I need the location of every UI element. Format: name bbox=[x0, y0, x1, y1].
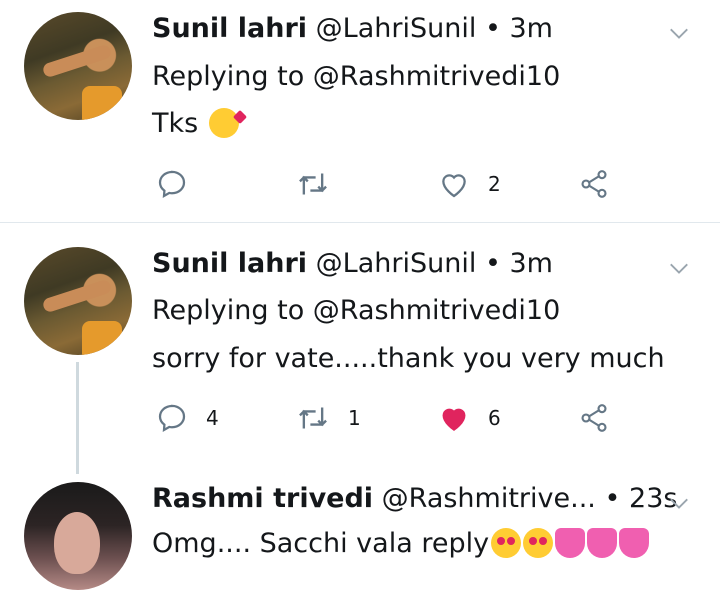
tweet-3[interactable]: Rashmi trivedi @Rashmitrive... • 23s Omg… bbox=[0, 474, 720, 590]
replying-to[interactable]: Replying to @Rashmitrivedi10 bbox=[152, 60, 560, 94]
like-icon bbox=[442, 174, 466, 198]
sparkling-heart-emoji-icon bbox=[555, 528, 586, 558]
tweet-actions: 4 1 6 bbox=[152, 398, 632, 438]
replying-to[interactable]: Replying to @Rashmitrivedi10 bbox=[152, 294, 560, 328]
share-button[interactable] bbox=[578, 398, 610, 438]
kiss-emoji-icon bbox=[208, 108, 239, 138]
reply-count: 4 bbox=[206, 406, 219, 430]
display-name[interactable]: Sunil lahri bbox=[152, 13, 307, 44]
display-name[interactable]: Rashmi trivedi bbox=[152, 483, 373, 514]
thread-connector bbox=[76, 362, 79, 474]
user-handle[interactable]: @LahriSunil bbox=[316, 13, 477, 44]
tweet-text: Tks bbox=[152, 106, 239, 142]
retweet-count: 1 bbox=[348, 406, 361, 430]
share-icon bbox=[581, 404, 607, 432]
separator: • bbox=[604, 483, 621, 514]
avatar[interactable] bbox=[24, 482, 132, 590]
timestamp[interactable]: 3m bbox=[509, 248, 552, 279]
tweet-text: Omg.... Sacchi vala reply bbox=[152, 526, 650, 562]
display-name[interactable]: Sunil lahri bbox=[152, 248, 307, 279]
chevron-down-icon[interactable] bbox=[668, 22, 690, 44]
share-button[interactable] bbox=[578, 164, 610, 204]
heart-eyes-emoji-icon bbox=[491, 528, 522, 558]
like-filled-icon bbox=[442, 408, 466, 431]
avatar[interactable] bbox=[24, 12, 132, 120]
avatar[interactable] bbox=[24, 247, 132, 355]
reply-button[interactable]: 4 bbox=[156, 398, 219, 438]
sparkling-heart-emoji-icon bbox=[587, 528, 618, 558]
tweet-text: sorry for vate.....thank you very much bbox=[152, 343, 665, 374]
sparkling-heart-emoji-icon bbox=[619, 528, 650, 558]
like-button[interactable]: 6 bbox=[438, 398, 501, 438]
user-handle[interactable]: @LahriSunil bbox=[316, 248, 477, 279]
tweet-actions: 2 bbox=[152, 164, 632, 204]
share-icon bbox=[581, 170, 607, 198]
reply-button[interactable] bbox=[156, 164, 206, 204]
tweet-2[interactable]: Sunil lahri @LahriSunil • 3m Replying to… bbox=[0, 223, 720, 473]
chevron-down-icon[interactable] bbox=[668, 492, 690, 514]
retweet-icon bbox=[299, 173, 327, 195]
retweet-button[interactable]: 1 bbox=[296, 398, 361, 438]
heart-eyes-emoji-icon bbox=[523, 528, 554, 558]
chevron-down-icon[interactable] bbox=[668, 257, 690, 279]
retweet-button[interactable] bbox=[296, 164, 348, 204]
reply-icon bbox=[158, 170, 186, 199]
timestamp[interactable]: 3m bbox=[509, 13, 552, 44]
separator: • bbox=[484, 248, 501, 279]
like-button[interactable]: 2 bbox=[438, 164, 501, 204]
like-count: 6 bbox=[488, 406, 501, 430]
tweet-text-content: Omg.... Sacchi vala reply bbox=[152, 528, 490, 559]
reply-icon bbox=[158, 404, 186, 433]
tweet-1[interactable]: Sunil lahri @LahriSunil • 3m Replying to… bbox=[0, 0, 720, 222]
separator: • bbox=[484, 13, 501, 44]
like-count: 2 bbox=[488, 172, 501, 196]
tweet-header: Sunil lahri @LahriSunil • 3m bbox=[152, 247, 553, 281]
tweet-header: Sunil lahri @LahriSunil • 3m bbox=[152, 12, 553, 46]
user-handle[interactable]: @Rashmitrive... bbox=[382, 483, 596, 514]
retweet-icon bbox=[299, 407, 327, 429]
tweet-text-content: Tks bbox=[152, 108, 199, 139]
tweet-header: Rashmi trivedi @Rashmitrive... • 23s bbox=[152, 482, 677, 516]
